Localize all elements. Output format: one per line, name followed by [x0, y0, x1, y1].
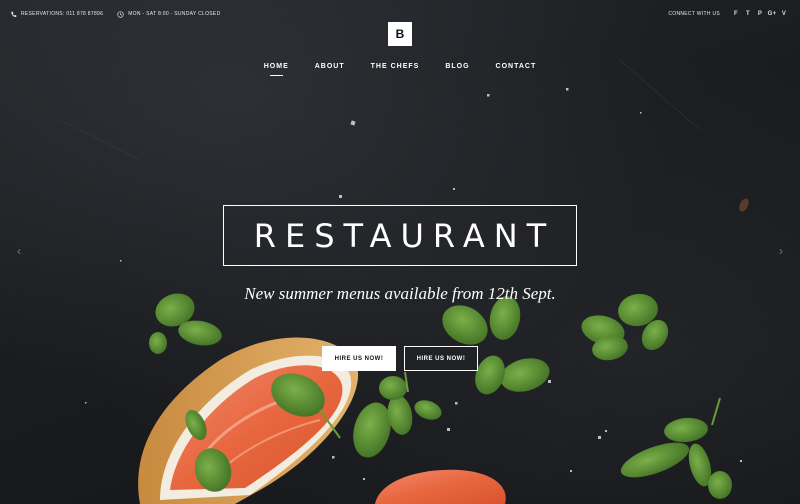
nav-about[interactable]: ABOUT [315, 63, 345, 70]
connect-label: CONNECT WITH US [668, 11, 720, 17]
facebook-icon[interactable]: f [730, 11, 742, 17]
nav-the-chefs[interactable]: THE CHEFS [371, 63, 420, 70]
hours-text: MON - SAT 8:00 - SUNDAY CLOSED [128, 11, 221, 17]
social-links: f t p g+ v [730, 11, 790, 17]
hero-title-box: RESTAURANT [223, 205, 577, 266]
phone-icon [10, 11, 17, 18]
reservations-text: RESERVATIONS: 011 878 87896 [21, 11, 104, 17]
vimeo-icon[interactable]: v [778, 11, 790, 17]
chevron-left-icon[interactable]: ‹ [14, 244, 24, 258]
chevron-right-icon[interactable]: › [776, 244, 786, 258]
nav-blog[interactable]: BLOG [445, 63, 469, 70]
hero-subtitle: New summer menus available from 12th Sep… [244, 284, 556, 303]
logo-letter: B [395, 27, 405, 41]
top-bar: RESERVATIONS: 011 878 87896 MON - SAT 8:… [10, 8, 790, 20]
clock-icon [117, 10, 124, 18]
nav-home[interactable]: HOME [264, 63, 289, 76]
main-nav: HOME ABOUT THE CHEFS BLOG CONTACT [0, 63, 800, 76]
opening-hours: MON - SAT 8:00 - SUNDAY CLOSED [117, 10, 221, 18]
reservations-info: RESERVATIONS: 011 878 87896 [10, 11, 103, 18]
pinterest-icon[interactable]: p [754, 11, 766, 17]
site-logo[interactable]: B [388, 22, 412, 46]
hire-us-button-secondary[interactable]: HIRE US NOW! [404, 346, 478, 371]
hero-title: RESTAURANT [253, 216, 556, 255]
google-plus-icon[interactable]: g+ [766, 11, 778, 17]
hire-us-button-primary[interactable]: HIRE US NOW! [322, 346, 396, 371]
nav-contact[interactable]: CONTACT [496, 63, 537, 70]
twitter-icon[interactable]: t [742, 11, 754, 17]
